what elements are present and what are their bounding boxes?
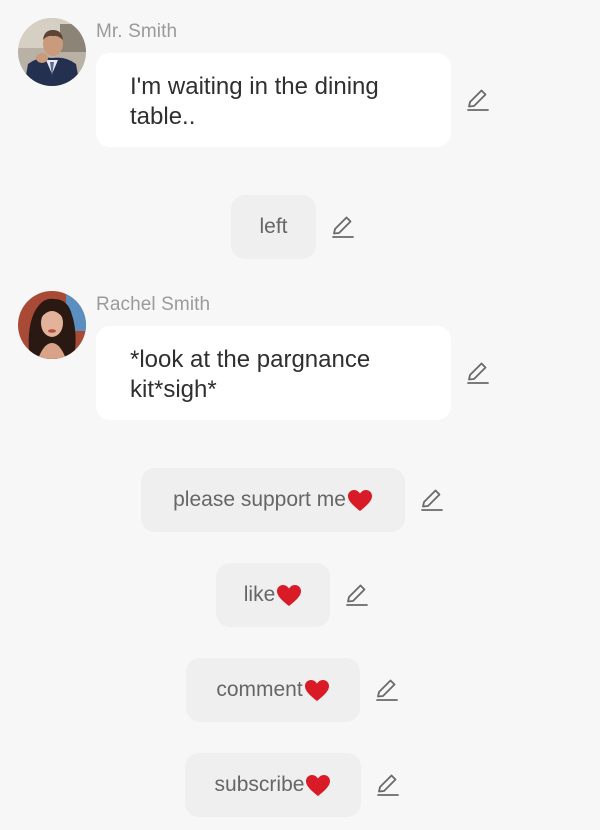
choice-option-subscribe[interactable]: subscribe [185,753,361,817]
message-text: I'm waiting in the dining table.. [130,73,379,130]
man-in-suit-avatar-image [18,18,86,86]
choice-option-left[interactable]: left [231,195,316,259]
sender-name: Rachel Smith [96,294,211,315]
edit-choice-button[interactable] [330,214,356,240]
pencil-edit-icon [467,362,489,384]
message-text: *look at the pargnance kit*sigh* [130,346,371,403]
pencil-edit-icon [332,216,354,238]
choice-option-like[interactable]: like [216,563,330,627]
edit-choice-button[interactable] [374,677,400,703]
pencil-edit-icon [377,774,399,796]
pencil-edit-icon [376,679,398,701]
edit-choice-button[interactable] [344,582,370,608]
choice-option-please-support-me[interactable]: please support me [141,468,405,532]
message-bubble: *look at the pargnance kit*sigh* [96,326,451,420]
edit-message-button[interactable] [465,360,491,386]
choice-label: comment [216,678,303,701]
edit-choice-button[interactable] [419,487,445,513]
sender-avatar-rachel-smith[interactable] [18,291,86,359]
red-heart-icon [305,774,331,798]
pencil-edit-icon [346,584,368,606]
pencil-edit-icon [421,489,443,511]
choice-label: please support me [173,488,346,511]
sender-avatar-mr-smith[interactable] [18,18,86,86]
message-bubble: I'm waiting in the dining table.. [96,53,451,147]
pencil-edit-icon [467,89,489,111]
red-heart-icon [347,489,373,513]
sender-name: Mr. Smith [96,21,178,42]
edit-message-button[interactable] [465,87,491,113]
choice-option-comment[interactable]: comment [186,658,360,722]
choice-label: subscribe [214,773,305,796]
edit-choice-button[interactable] [375,772,401,798]
choice-label: left [259,215,288,238]
red-heart-icon [276,584,302,608]
woman-dark-hair-avatar-image [18,291,86,359]
red-heart-icon [304,679,330,703]
choice-label: like [243,583,276,606]
